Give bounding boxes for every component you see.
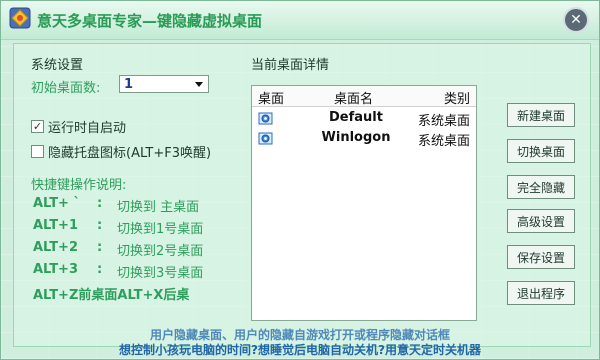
autostart-checkbox[interactable]: ✓	[31, 120, 44, 133]
desktop-name: Default	[329, 110, 383, 125]
desktop-icon	[258, 112, 273, 125]
shortcut-desc-main: 切换到 主桌面	[117, 200, 200, 215]
exit-program-button[interactable]: 退出程序	[507, 281, 575, 305]
desktop-count-select[interactable]: 1	[119, 75, 209, 93]
shortcut-desc-1: 切换到1号桌面	[117, 222, 204, 237]
shortcut-desc-2: 切换到2号桌面	[117, 244, 204, 259]
shortcut-sep: :	[97, 218, 103, 233]
desktop-icon	[258, 132, 273, 145]
window-title: 意天多桌面专家—键隐藏虚拟桌面	[37, 12, 263, 30]
column-desktop-name[interactable]: 桌面名	[334, 88, 373, 107]
autostart-checkbox-row[interactable]: ✓ 运行时自启动	[31, 117, 126, 136]
shortcut-sep: :	[97, 240, 103, 255]
app-logo-icon	[9, 7, 31, 29]
system-settings-label: 系统设置	[31, 58, 84, 73]
autostart-label: 运行时自启动	[48, 121, 127, 136]
shortcut-key-2: ALT+2	[33, 240, 78, 255]
desktop-name: Winlogon	[321, 130, 391, 145]
desktop-count-value: 1	[124, 77, 134, 92]
save-settings-button[interactable]: 保存设置	[507, 245, 575, 269]
list-item[interactable]: Default 系统桌面	[252, 110, 476, 129]
desktop-list[interactable]: 桌面 桌面名 类别 Default 系统桌面 Winlogon 系统桌面	[251, 85, 477, 321]
initial-desktop-count-label: 初始桌面数:	[31, 81, 101, 96]
shortcut-desc-3: 切换到3号桌面	[117, 266, 204, 281]
shortcut-prev-next: ALT+Z前桌面ALT+X后桌	[33, 288, 190, 303]
close-icon: ✕	[570, 12, 582, 28]
app-window: 意天多桌面专家—键隐藏虚拟桌面 ✕ 系统设置 初始桌面数: 1 ✓ 运行时自启动…	[0, 0, 600, 360]
switch-desktop-button[interactable]: 切换桌面	[507, 139, 575, 163]
hide-tray-label: 隐藏托盘图标(ALT+F3唤醒)	[48, 146, 212, 161]
current-desktop-details-label: 当前桌面详情	[251, 58, 330, 73]
shortcut-key-1: ALT+1	[33, 218, 78, 233]
chevron-down-icon	[195, 82, 203, 87]
title-bar[interactable]: 意天多桌面专家—键隐藏虚拟桌面 ✕	[1, 1, 599, 40]
desktop-type: 系统桌面	[418, 114, 471, 129]
hide-tray-checkbox[interactable]	[31, 145, 44, 158]
shortcut-key-3: ALT+3	[33, 262, 78, 277]
hide-tray-checkbox-row[interactable]: 隐藏托盘图标(ALT+F3唤醒)	[31, 142, 211, 161]
new-desktop-button[interactable]: 新建桌面	[507, 103, 575, 127]
list-item[interactable]: Winlogon 系统桌面	[252, 130, 476, 149]
shortcut-title: 快捷键操作说明:	[31, 178, 127, 193]
shortcut-sep: :	[97, 196, 103, 211]
desktop-type: 系统桌面	[418, 134, 471, 149]
close-button[interactable]: ✕	[563, 7, 589, 33]
full-hide-button[interactable]: 完全隐藏	[507, 175, 575, 199]
footer-text-line-2[interactable]: 想控制小孩玩电脑的时间?想睡觉后电脑自动关机?用意天定时关机器	[1, 341, 599, 358]
column-type[interactable]: 类别	[444, 88, 470, 107]
list-header: 桌面 桌面名 类别	[252, 86, 476, 107]
shortcut-key-main: ALT+ `	[33, 196, 80, 211]
shortcut-sep: :	[97, 262, 103, 277]
advanced-settings-button[interactable]: 高级设置	[507, 209, 575, 233]
column-desktop[interactable]: 桌面	[258, 88, 284, 107]
